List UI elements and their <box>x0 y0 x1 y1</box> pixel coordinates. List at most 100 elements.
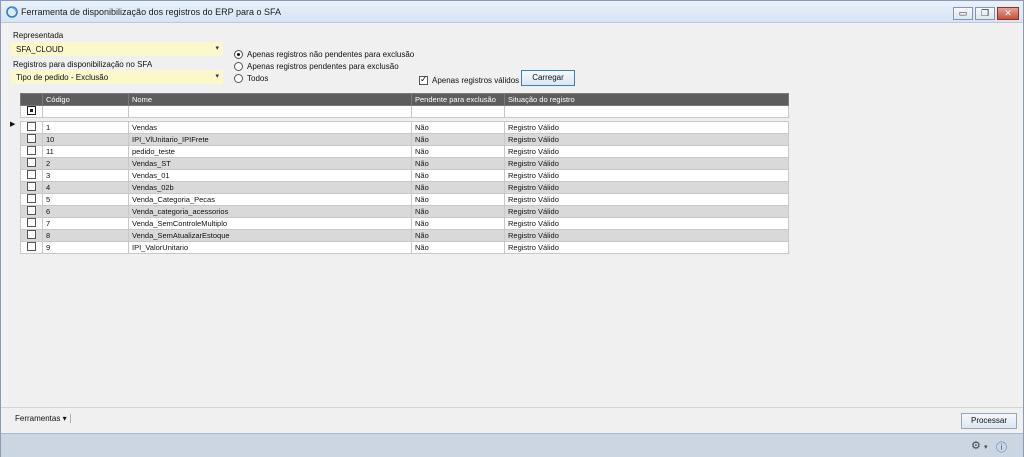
cell-nome[interactable]: Venda_Categoria_Pecas <box>128 193 412 206</box>
checkbox-box[interactable] <box>419 74 428 85</box>
representada-combo[interactable]: SFA_CLOUD ▾ <box>11 42 223 56</box>
cell-situacao[interactable]: Registro Válido <box>504 229 789 242</box>
table-row[interactable]: 4 Vendas_02b Não Registro Válido <box>20 181 789 194</box>
filter-pendente[interactable] <box>411 105 505 118</box>
table-row[interactable]: 5 Venda_Categoria_Pecas Não Registro Válido <box>20 193 789 206</box>
table-row[interactable]: 7 Venda_SemControleMultiplo Não Registro Vá… <box>20 217 789 230</box>
registros-combo[interactable]: Tipo de pedido - Exclusão ▾ <box>11 70 223 84</box>
cell-situacao[interactable]: Registro Válido <box>504 157 789 170</box>
table-row[interactable]: 3 Vendas_01 Não Registro Válido <box>20 169 789 182</box>
cell-codigo[interactable]: 2 <box>42 157 129 170</box>
row-select-cell[interactable] <box>20 217 43 230</box>
cell-situacao[interactable]: Registro Válido <box>504 145 789 158</box>
cell-nome[interactable]: Vendas_02b <box>128 181 412 194</box>
cell-codigo[interactable]: 11 <box>42 145 129 158</box>
cell-situacao[interactable]: Registro Válido <box>504 217 789 230</box>
radio-pendentes[interactable]: Apenas registros pendentes para exclusão <box>234 60 399 72</box>
table-row[interactable]: 2 Vendas_ST Não Registro Válido <box>20 157 789 170</box>
row-checkbox[interactable] <box>27 122 36 131</box>
table-row[interactable]: 1 Vendas Não Registro Válido <box>20 121 789 134</box>
row-checkbox[interactable] <box>27 218 36 227</box>
cell-pendente[interactable]: Não <box>411 241 505 254</box>
header-nome[interactable]: Nome <box>128 93 412 106</box>
radio-indicator[interactable] <box>234 73 243 83</box>
filter-codigo[interactable] <box>42 105 129 118</box>
cell-pendente[interactable]: Não <box>411 205 505 218</box>
close-button[interactable]: ✕ <box>997 7 1019 20</box>
filter-situacao[interactable] <box>504 105 789 118</box>
row-checkbox[interactable] <box>27 242 36 251</box>
cell-nome[interactable]: Venda_SemAtualizarEstoque <box>128 229 412 242</box>
cell-situacao[interactable]: Registro Válido <box>504 181 789 194</box>
restore-button[interactable]: ❐ <box>975 7 995 20</box>
table-row[interactable]: 8 Venda_SemAtualizarEstoque Não Registro Vá… <box>20 229 789 242</box>
row-checkbox[interactable] <box>27 206 36 215</box>
cell-pendente[interactable]: Não <box>411 145 505 158</box>
row-select-cell[interactable] <box>20 193 43 206</box>
row-select-cell[interactable] <box>20 229 43 242</box>
cell-codigo[interactable]: 9 <box>42 241 129 254</box>
row-checkbox[interactable] <box>27 170 36 179</box>
cell-pendente[interactable]: Não <box>411 229 505 242</box>
cell-codigo[interactable]: 8 <box>42 229 129 242</box>
row-select-cell[interactable] <box>20 205 43 218</box>
header-select[interactable] <box>20 93 43 106</box>
minimize-button[interactable]: ▭ <box>953 7 973 20</box>
cell-pendente[interactable]: Não <box>411 217 505 230</box>
cell-situacao[interactable]: Registro Válido <box>504 193 789 206</box>
chevron-down-icon[interactable]: ▾ <box>984 443 988 451</box>
radio-todos[interactable]: Todos <box>234 72 268 84</box>
cell-nome[interactable]: Venda_categoria_acessorios <box>128 205 412 218</box>
row-select-cell[interactable] <box>20 133 43 146</box>
row-select-cell[interactable] <box>20 169 43 182</box>
cell-situacao[interactable]: Registro Válido <box>504 205 789 218</box>
cell-codigo[interactable]: 4 <box>42 181 129 194</box>
row-checkbox[interactable] <box>27 230 36 239</box>
row-checkbox[interactable] <box>27 146 36 155</box>
cell-nome[interactable]: IPI_ValorUnitario <box>128 241 412 254</box>
gear-icon[interactable]: ⚙ <box>971 439 981 452</box>
row-checkbox[interactable] <box>27 158 36 167</box>
cell-situacao[interactable]: Registro Válido <box>504 121 789 134</box>
cell-nome[interactable]: Vendas_ST <box>128 157 412 170</box>
cell-pendente[interactable]: Não <box>411 133 505 146</box>
cell-nome[interactable]: Venda_SemControleMultiplo <box>128 217 412 230</box>
cell-situacao[interactable]: Registro Válido <box>504 133 789 146</box>
cell-nome[interactable]: pedido_teste <box>128 145 412 158</box>
radio-nao-pendentes[interactable]: Apenas registros não pendentes para excl… <box>234 48 414 60</box>
cell-codigo[interactable]: 7 <box>42 217 129 230</box>
table-row[interactable]: 11 pedido_teste Não Registro Válido <box>20 145 789 158</box>
ferramentas-menu[interactable]: Ferramentas ▾ <box>15 414 71 423</box>
cell-codigo[interactable]: 3 <box>42 169 129 182</box>
table-row[interactable]: 10 IPI_VlUnitario_IPIFrete Não Registro Vál… <box>20 133 789 146</box>
cell-nome[interactable]: Vendas <box>128 121 412 134</box>
table-row[interactable]: 9 IPI_ValorUnitario Não Registro Válido <box>20 241 789 254</box>
cell-pendente[interactable]: Não <box>411 121 505 134</box>
row-checkbox[interactable] <box>27 182 36 191</box>
row-select-cell[interactable] <box>20 145 43 158</box>
header-situacao[interactable]: Situação do registro <box>504 93 789 106</box>
table-row[interactable]: 6 Venda_categoria_acessorios Não Registro V… <box>20 205 789 218</box>
header-pendente[interactable]: Pendente para exclusão <box>411 93 505 106</box>
cell-situacao[interactable]: Registro Válido <box>504 241 789 254</box>
radio-indicator[interactable] <box>234 49 243 59</box>
row-select-cell[interactable] <box>20 241 43 254</box>
cell-codigo[interactable]: 6 <box>42 205 129 218</box>
cell-codigo[interactable]: 10 <box>42 133 129 146</box>
row-select-cell[interactable] <box>20 157 43 170</box>
cell-nome[interactable]: IPI_VlUnitario_IPIFrete <box>128 133 412 146</box>
processar-button[interactable]: Processar <box>961 413 1017 429</box>
cell-situacao[interactable]: Registro Válido <box>504 169 789 182</box>
cell-codigo[interactable]: 1 <box>42 121 129 134</box>
select-all-checkbox[interactable] <box>27 106 36 115</box>
filter-nome[interactable] <box>128 105 412 118</box>
row-select-cell[interactable] <box>20 121 43 134</box>
select-all-cell[interactable] <box>20 105 43 118</box>
radio-indicator[interactable] <box>234 61 243 71</box>
cell-nome[interactable]: Vendas_01 <box>128 169 412 182</box>
validos-checkbox[interactable]: Apenas registros válidos <box>419 74 519 86</box>
cell-pendente[interactable]: Não <box>411 157 505 170</box>
cell-codigo[interactable]: 5 <box>42 193 129 206</box>
row-checkbox[interactable] <box>27 194 36 203</box>
cell-pendente[interactable]: Não <box>411 169 505 182</box>
